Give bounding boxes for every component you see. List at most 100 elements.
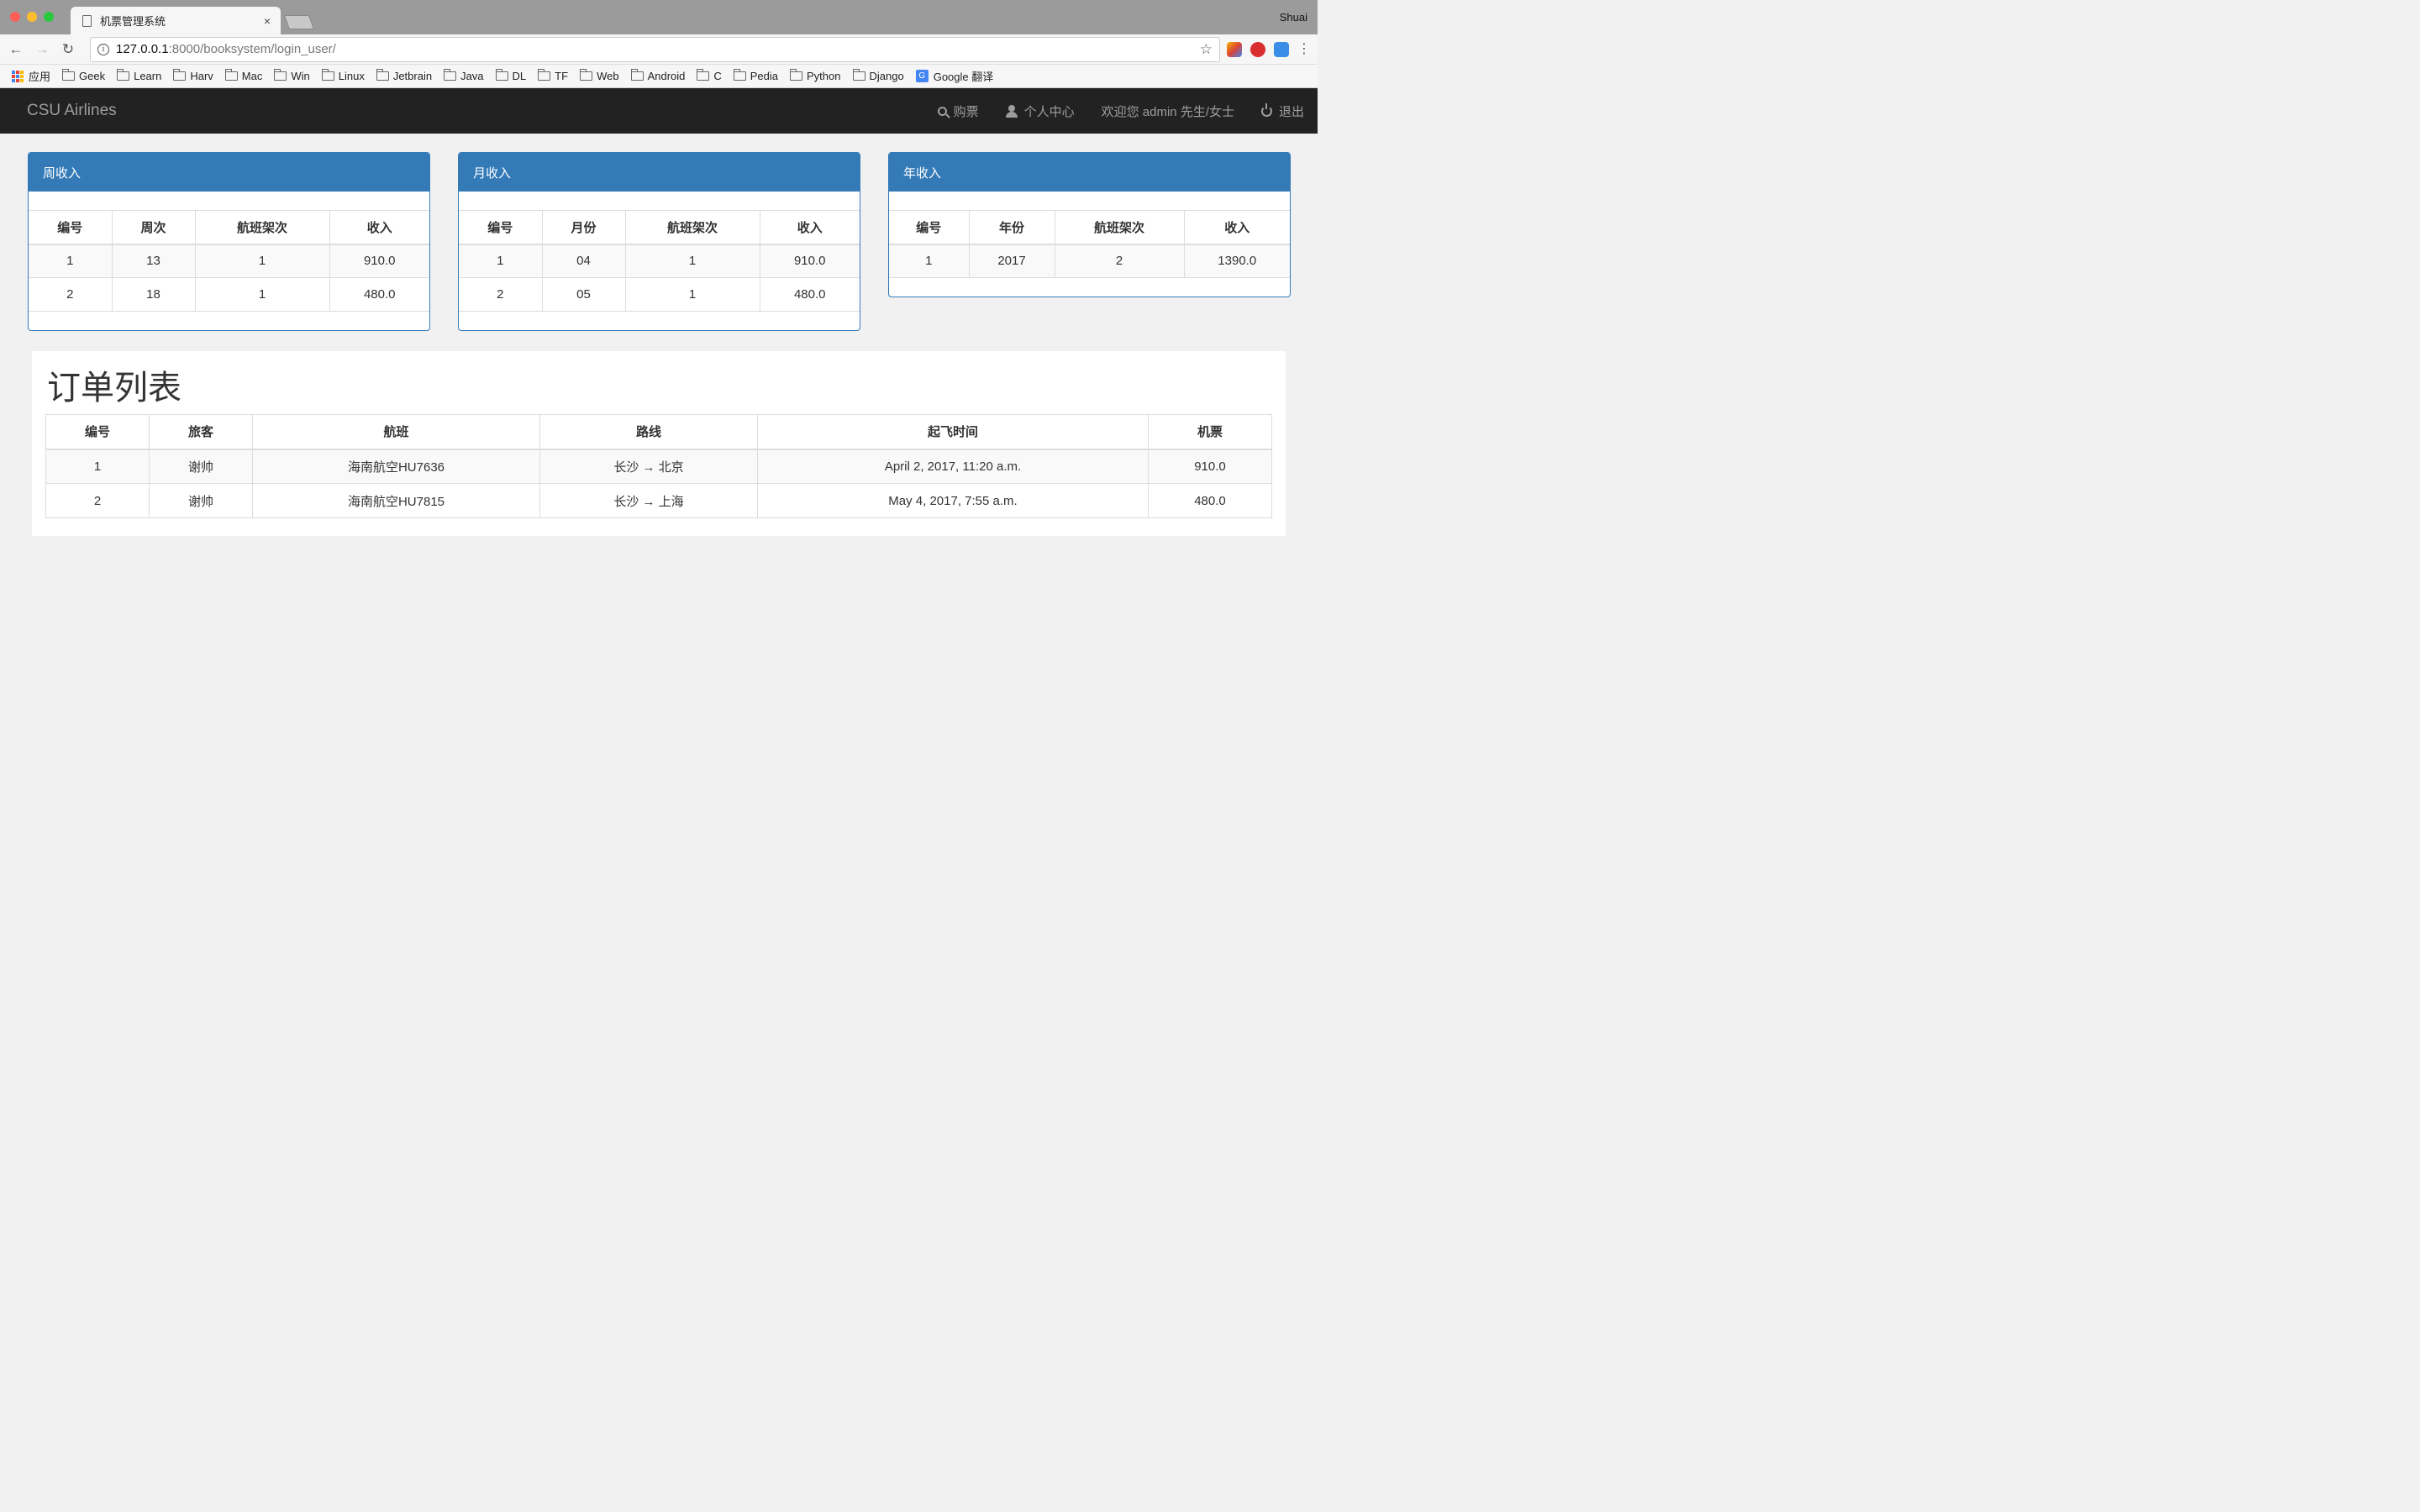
table-cell: 1 <box>194 244 330 278</box>
revenue-panels: 周收入 编号 周次 航班架次 收入 1 13 1 910.0 2 18 1 48… <box>0 134 1318 350</box>
bookmark-label: Pedia <box>750 70 779 82</box>
bookmark-folder[interactable]: Learn <box>117 69 162 82</box>
maximize-window-button[interactable] <box>44 12 54 22</box>
nav-logout-link[interactable]: 退出 <box>1260 102 1304 120</box>
table-cell: 910.0 <box>329 244 429 278</box>
bookmark-folder[interactable]: DL <box>495 69 527 82</box>
bookmark-label: DL <box>512 70 527 82</box>
browser-toolbar: ← → ↻ i 127.0.0.1:8000/booksystem/login_… <box>0 34 1318 65</box>
bookmark-folder[interactable]: Web <box>580 69 619 82</box>
folder-icon <box>376 69 389 81</box>
reload-icon[interactable]: ↻ <box>59 41 77 58</box>
extension-icon[interactable] <box>1274 41 1289 57</box>
table-cell: 910.0 <box>1148 449 1272 484</box>
info-icon[interactable]: i <box>97 43 109 55</box>
back-arrow-icon[interactable]: ← <box>7 41 25 58</box>
column-header: 收入 <box>1183 210 1290 245</box>
minimize-window-button[interactable] <box>27 12 37 22</box>
folder-icon <box>444 69 457 81</box>
table-cell: 长沙 → 上海 <box>539 483 758 518</box>
site-navbar: CSU Airlines 购票 个人中心 欢迎您 admin 先生/女士 退出 <box>0 88 1318 134</box>
table-cell: 1 <box>459 244 543 278</box>
column-header: 收入 <box>759 210 860 245</box>
bookmark-folder[interactable]: Java <box>444 69 484 82</box>
table-row: 1 13 1 910.0 <box>29 244 429 278</box>
yearly-revenue-panel: 年收入 编号 年份 航班架次 收入 1 2017 2 1390.0 <box>888 152 1291 297</box>
folder-icon <box>224 69 238 81</box>
yearly-revenue-table: 编号 年份 航班架次 收入 1 2017 2 1390.0 <box>889 210 1290 278</box>
table-cell: 04 <box>541 244 626 278</box>
table-cell: 13 <box>111 244 196 278</box>
user-icon <box>1005 104 1018 118</box>
column-header: 旅客 <box>149 414 253 450</box>
window-controls <box>10 12 54 22</box>
table-cell: 910.0 <box>759 244 860 278</box>
document-icon <box>82 14 92 27</box>
folder-icon <box>274 69 287 81</box>
bookmark-label: Jetbrain <box>392 70 433 82</box>
table-cell: 18 <box>111 277 196 312</box>
bookmark-folder[interactable]: Android <box>630 69 685 82</box>
weekly-revenue-table: 编号 周次 航班架次 收入 1 13 1 910.0 2 18 1 480.0 <box>29 210 429 312</box>
folder-icon <box>538 69 551 81</box>
bookmark-label: Django <box>869 70 904 82</box>
forward-arrow-icon[interactable]: → <box>33 41 51 58</box>
nav-profile-label: 个人中心 <box>1023 104 1075 119</box>
column-header: 航班架次 <box>624 210 760 245</box>
profile-name[interactable]: Shuai <box>1280 11 1307 24</box>
bookmark-label: Learn <box>134 70 162 82</box>
opera-extension-icon[interactable] <box>1250 41 1265 57</box>
column-header: 航班架次 <box>194 210 330 245</box>
bookmark-star-icon[interactable]: ☆ <box>1200 41 1213 58</box>
bookmark-label: Win <box>291 70 310 82</box>
bookmark-folder[interactable]: Mac <box>224 69 262 82</box>
extension-icon[interactable] <box>1227 41 1242 57</box>
folder-icon <box>321 69 334 81</box>
bookmark-folder[interactable]: TF <box>538 69 568 82</box>
bookmark-folder[interactable]: C <box>697 69 722 82</box>
table-cell: 2 <box>1054 244 1185 278</box>
bookmark-label: Java <box>460 70 484 82</box>
browser-menu-icon[interactable]: ⋮ <box>1297 42 1311 56</box>
table-cell: April 2, 2017, 11:20 a.m. <box>757 449 1149 484</box>
column-header: 起飞时间 <box>757 414 1149 450</box>
table-cell: 1 <box>29 244 113 278</box>
bookmark-folder[interactable]: Harv <box>173 69 213 82</box>
table-cell: 1 <box>624 277 760 312</box>
nav-buy-label: 购票 <box>953 104 979 119</box>
address-bar[interactable]: i 127.0.0.1:8000/booksystem/login_user/ … <box>90 36 1220 62</box>
nav-buy-link[interactable]: 购票 <box>937 102 979 120</box>
new-tab-button[interactable] <box>283 15 315 29</box>
bookmark-folder[interactable]: Django <box>852 69 904 82</box>
table-cell: 谢帅 <box>149 449 253 484</box>
bookmark-folder[interactable]: Python <box>790 69 841 82</box>
bookmark-apps[interactable]: 应用 <box>12 68 50 84</box>
table-cell: 1 <box>194 277 330 312</box>
nav-profile-link[interactable]: 个人中心 <box>1005 102 1075 120</box>
url-path: :8000/booksystem/login_user/ <box>168 42 336 56</box>
bookmark-folder[interactable]: Jetbrain <box>376 69 433 82</box>
tab-close-icon[interactable]: × <box>264 14 271 28</box>
bookmark-folder[interactable]: Pedia <box>733 69 779 82</box>
table-row: 2 05 1 480.0 <box>459 277 860 312</box>
bookmark-google-translate[interactable]: G Google 翻译 <box>915 68 993 84</box>
bookmark-folder[interactable]: Linux <box>321 69 365 82</box>
table-cell: 1 <box>889 244 970 278</box>
browser-tab[interactable]: 机票管理系统 × <box>71 7 281 34</box>
folder-icon <box>173 69 187 81</box>
tab-title: 机票管理系统 <box>100 15 166 28</box>
google-translate-icon: G <box>915 70 929 82</box>
brand-link[interactable]: CSU Airlines <box>27 102 117 120</box>
column-header: 编号 <box>889 210 970 245</box>
table-cell: 1 <box>624 244 760 278</box>
table-cell: May 4, 2017, 7:55 a.m. <box>757 483 1149 518</box>
close-window-button[interactable] <box>10 12 20 22</box>
folder-icon <box>580 69 593 81</box>
table-cell: 长沙 → 北京 <box>539 449 758 484</box>
table-cell: 2 <box>45 483 150 518</box>
bookmark-folder[interactable]: Geek <box>62 69 105 82</box>
folder-icon <box>630 69 644 81</box>
bookmark-folder[interactable]: Win <box>274 69 310 82</box>
table-cell: 海南航空HU7636 <box>252 449 540 484</box>
column-header: 路线 <box>539 414 758 450</box>
